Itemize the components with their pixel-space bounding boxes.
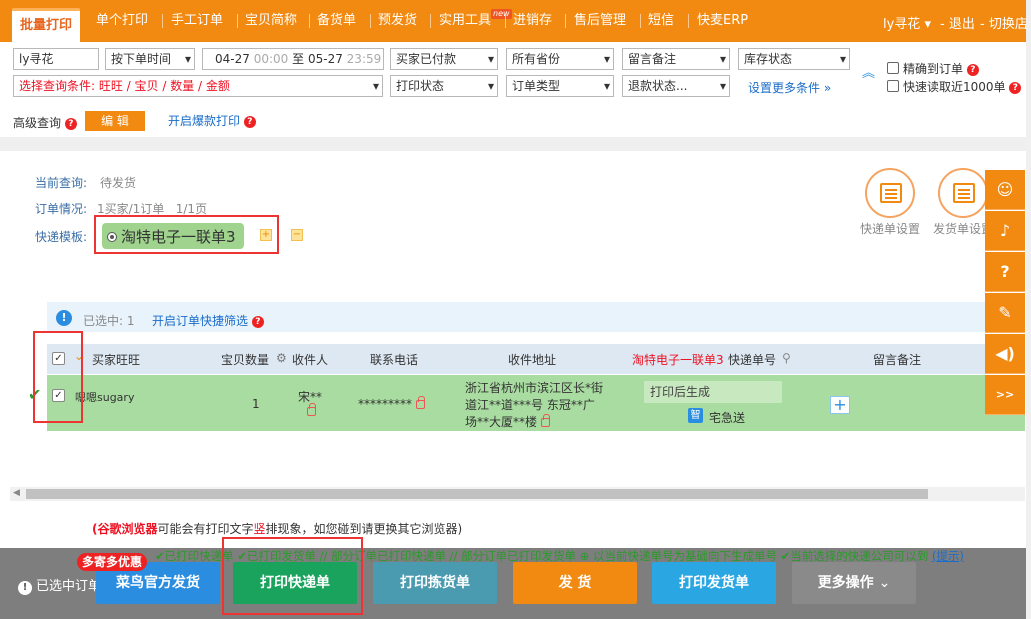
collapse-icon[interactable]: ︽ (862, 62, 875, 81)
highlight-template (94, 215, 279, 254)
order-status-label: 订单情况: (35, 202, 88, 216)
date-range-input[interactable]: 04-27 00:00 至 05-27 23:59 (202, 48, 384, 70)
ship-button[interactable]: 发 货 (513, 562, 637, 604)
tab-stock-list[interactable]: 备货单 (309, 6, 364, 36)
edit-note-icon[interactable]: ✎ (985, 293, 1025, 333)
col-tracking: 快递单号 (728, 353, 777, 367)
ship-setting-icon[interactable] (938, 168, 988, 218)
hot-print-link[interactable]: 开启爆款打印 ? (168, 112, 256, 129)
gear-icon[interactable]: ⚙ (276, 351, 287, 365)
print-pick-button[interactable]: 打印拣货单 (373, 562, 497, 604)
bell-icon[interactable]: ♪ (985, 211, 1025, 251)
help-circle-icon[interactable]: ? (985, 252, 1025, 292)
express-setting-icon[interactable] (865, 168, 915, 218)
scroll-thumb (26, 489, 928, 499)
more-actions-button[interactable]: 更多操作 ⌄ (792, 562, 916, 604)
col-receiver: 收件人 (292, 353, 329, 367)
courier-badge: 智 (688, 408, 703, 423)
col-phone: 联系电话 (370, 353, 419, 367)
highlight-print-button (222, 537, 363, 615)
help-icon: ? (64, 118, 77, 130)
current-query-value: 待发货 (100, 176, 137, 190)
scroll-left-icon: ◀ (13, 488, 20, 498)
province-select[interactable]: 所有省份 (506, 48, 614, 70)
template-label: 快递模板: (35, 230, 88, 244)
buyer-cell[interactable]: 嗯嗯sugary (75, 389, 134, 405)
browser-note: (谷歌浏览器可能会有打印文字竖排现象，如您碰到请更换其它浏览器) (92, 522, 463, 536)
section-divider (0, 137, 1031, 151)
help-icon: ? (966, 64, 979, 76)
chat-icon[interactable]: ☺ (985, 170, 1025, 210)
quick-filter-link[interactable]: 开启订单快捷筛选 ? (152, 312, 264, 329)
buyer-name-input[interactable]: ly寻花 (13, 48, 99, 70)
advanced-query-label: 高级查询 ? (13, 114, 77, 131)
tab-inventory[interactable]: 进销存 (505, 6, 560, 36)
phone-cell: ********* (358, 396, 425, 411)
hint-link[interactable]: (提示) (932, 549, 964, 562)
side-dock: ☺ ♪ ? ✎ ◀) >> (985, 170, 1025, 420)
col-remark: 留言备注 (873, 353, 922, 367)
print-ship-button[interactable]: 打印发货单 (652, 562, 776, 604)
exact-order-label: 精确到订单 ? (903, 60, 979, 77)
selected-count: 已选中: 1 (83, 314, 135, 328)
col-address: 收件地址 (508, 353, 557, 367)
courier-name[interactable]: 宅急送 (709, 409, 745, 426)
speaker-icon[interactable]: ◀) (985, 334, 1025, 374)
horizontal-scrollbar[interactable]: ◀ (10, 487, 1025, 501)
refund-status-select[interactable]: 退款状态... (622, 75, 730, 97)
chevron-down-icon: ⌄ (878, 575, 891, 591)
lock-icon (416, 396, 425, 409)
info-icon: ! (56, 310, 72, 326)
print-status-select[interactable]: 打印状态 (390, 75, 498, 97)
more-conditions-link[interactable]: 设置更多条件 » (748, 79, 831, 96)
col-template: 淘特电子一联单3 (632, 353, 724, 367)
stock-status-select[interactable]: 库存状态 (738, 48, 850, 70)
tab-sms[interactable]: 短信 (640, 6, 682, 36)
tracking-number-field[interactable]: 打印后生成 (644, 381, 782, 403)
tab-after-sale[interactable]: 售后管理 (566, 6, 634, 36)
lock-icon[interactable] (303, 403, 316, 418)
alert-icon: ! (18, 581, 32, 595)
tab-item-alias[interactable]: 宝贝简称 (237, 6, 305, 36)
add-remark-button[interactable]: + (830, 396, 850, 414)
fast-read-checkbox[interactable] (887, 80, 899, 92)
pay-status-select[interactable]: 买家已付款 (390, 48, 498, 70)
address-cell: 浙江省杭州市滨江区长*街 道江**道***号 东冠**广 场**大厦**楼 (465, 381, 604, 429)
vertical-scrollbar[interactable] (1026, 0, 1031, 619)
tab-tools[interactable]: 实用工具 (431, 6, 499, 36)
user-menu[interactable]: ly寻花 ▾ (883, 13, 931, 32)
switch-store-link[interactable]: - 切换店 (980, 13, 1028, 32)
tab-batch-print[interactable]: 批量打印 (12, 8, 81, 42)
highlight-checkbox-column (33, 331, 83, 423)
ship-setting-label[interactable]: 发货单设置 (933, 220, 985, 237)
remove-template-icon[interactable]: − (291, 229, 303, 241)
help-icon: ? (1009, 82, 1022, 94)
remark-select[interactable]: 留言备注 (622, 48, 730, 70)
qty-cell: 1 (252, 397, 260, 411)
edit-button[interactable]: 编 辑 (85, 111, 145, 131)
col-buyer: 买家旺旺 (92, 353, 141, 367)
logout-link[interactable]: - 退出 (940, 13, 975, 32)
exact-order-checkbox[interactable] (887, 62, 899, 74)
promo-badge: 多寄多优惠 (77, 553, 148, 571)
fast-read-label: 快速读取近1000单 ? (903, 78, 1022, 95)
lock-icon (541, 414, 551, 427)
top-nav: 批量打印 单个打印 手工订单 宝贝简称 备货单 预发货 实用工具 new 进销存… (0, 0, 1031, 42)
tab-single-print[interactable]: 单个打印 (88, 6, 156, 36)
order-type-select[interactable]: 订单类型 (506, 75, 614, 97)
current-query-label: 当前查询: (35, 176, 88, 190)
tab-pre-ship[interactable]: 预发货 (370, 6, 425, 36)
filter-icon[interactable]: ⚲ (782, 351, 791, 365)
help-icon: ? (251, 316, 264, 328)
express-setting-label[interactable]: 快递单设置 (860, 220, 920, 237)
query-condition-select[interactable]: 选择查询条件: 旺旺 / 宝贝 / 数量 / 金额 (13, 75, 383, 97)
time-type-select[interactable]: 按下单时间 (105, 48, 195, 70)
selected-orders-label: ! 已选中订单: (18, 575, 105, 595)
tab-erp[interactable]: 快麦ERP (689, 6, 756, 36)
help-icon: ? (243, 116, 256, 128)
expand-icon[interactable]: >> (985, 375, 1025, 415)
tab-manual-order[interactable]: 手工订单 (163, 6, 231, 36)
col-qty: 宝贝数量 (221, 353, 270, 367)
